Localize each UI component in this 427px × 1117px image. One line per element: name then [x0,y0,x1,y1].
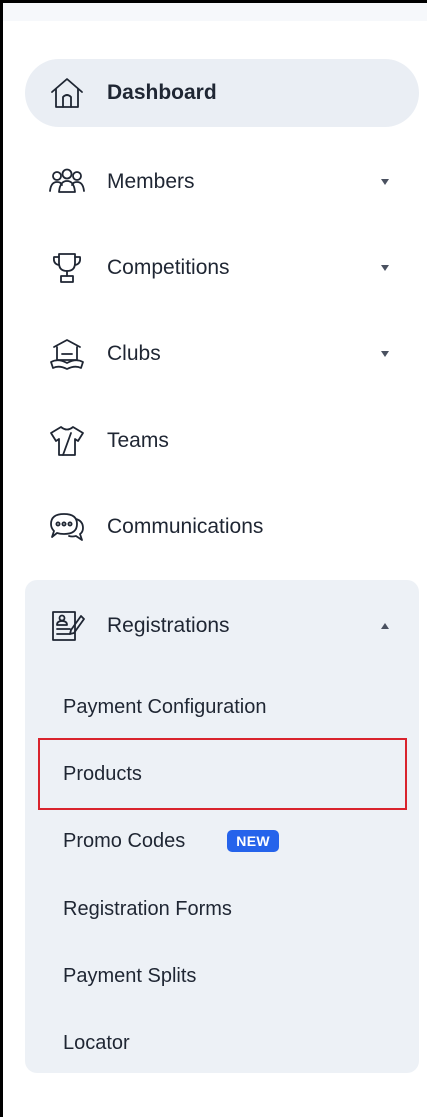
club-building-icon [47,336,87,372]
submenu-label: Locator [63,1031,130,1054]
nav-item-clubs[interactable]: Clubs [25,320,419,388]
nav-item-dashboard[interactable]: Dashboard [25,59,419,127]
chevron-down-icon[interactable] [381,351,389,357]
nav-item-registrations[interactable]: Registrations [25,580,419,672]
submenu-item-promo-codes[interactable]: Promo Codes NEW [63,821,279,861]
submenu-item-products[interactable]: Products [63,754,142,794]
home-icon [47,75,87,111]
nav-label-competitions: Competitions [107,256,230,279]
nav-item-communications[interactable]: Communications [25,493,419,561]
nav-label-dashboard: Dashboard [107,81,217,104]
chevron-down-icon[interactable] [381,265,389,271]
jersey-icon [47,423,87,459]
submenu-item-registration-forms[interactable]: Registration Forms [63,889,232,929]
nav-item-teams[interactable]: Teams [25,407,419,475]
nav-label-registrations: Registrations [107,614,230,637]
submenu-label: Payment Splits [63,964,197,987]
chevron-up-icon[interactable] [381,623,389,629]
nav-label-clubs: Clubs [107,342,161,365]
members-icon [47,164,87,200]
submenu-label: Products [63,762,142,785]
chat-bubbles-icon [47,509,87,545]
nav-label-members: Members [107,170,195,193]
submenu-item-payment-configuration[interactable]: Payment Configuration [63,687,266,727]
top-strip [3,3,427,21]
submenu-label: Payment Configuration [63,695,267,718]
sidebar-frame: Dashboard Members Competitions Clubs Tea… [0,0,427,1117]
nav-label-communications: Communications [107,515,264,538]
chevron-down-icon[interactable] [381,179,389,185]
submenu-item-payment-splits[interactable]: Payment Splits [63,956,196,996]
submenu-label: Promo Codes [63,829,186,852]
registration-form-icon [47,608,87,644]
trophy-icon [47,250,87,286]
nav-item-competitions[interactable]: Competitions [25,234,419,302]
nav-item-members[interactable]: Members [25,148,419,216]
new-badge: NEW [227,830,279,852]
submenu-label: Registration Forms [63,897,232,920]
submenu-item-locator[interactable]: Locator [63,1023,130,1063]
nav-label-teams: Teams [107,429,169,452]
